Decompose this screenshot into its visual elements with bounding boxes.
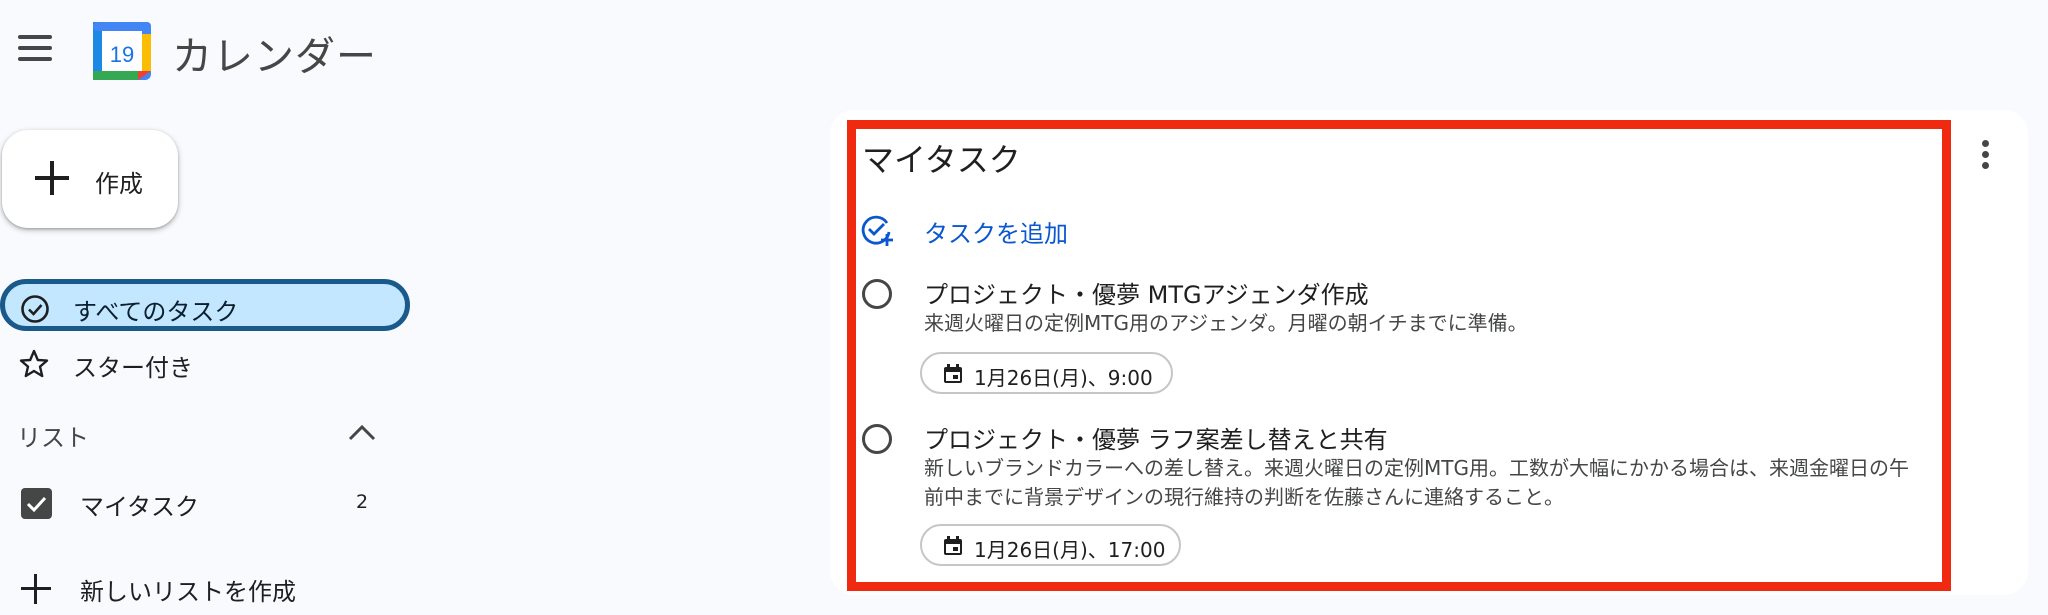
- more-options-icon[interactable]: [1970, 140, 2000, 180]
- task-title[interactable]: プロジェクト・優夢 ラフ案差し替えと共有: [924, 420, 1388, 455]
- calendar-icon: [944, 536, 962, 555]
- task-item: プロジェクト・優夢 ラフ案差し替えと共有 新しいブランドカラーへの差し替え。来週…: [860, 420, 1940, 570]
- task-due-chip[interactable]: 1月26日(月)、17:00: [920, 524, 1181, 566]
- nav-starred-label: スター付き: [73, 354, 193, 382]
- app-title: カレンダー: [172, 34, 377, 80]
- nav-all-tasks-label: すべてのタスク: [73, 298, 239, 326]
- nav-all-tasks[interactable]: すべてのタスク: [0, 279, 410, 331]
- task-complete-radio[interactable]: [862, 424, 892, 454]
- calendar-logo: 19: [93, 22, 151, 80]
- hamburger-menu-icon[interactable]: [18, 35, 56, 65]
- list-item-my-tasks[interactable]: マイタスク 2: [0, 478, 400, 526]
- create-new-list-button[interactable]: 新しいリストを作成: [0, 562, 400, 612]
- task-description: 新しいブランドカラーへの差し替え。来週火曜日の定例MTG用。工数が大幅にかかる場…: [924, 456, 1909, 509]
- task-due-chip[interactable]: 1月26日(月)、9:00: [920, 352, 1173, 394]
- add-task-label: タスクを追加: [924, 220, 1068, 248]
- lists-section-header[interactable]: リスト: [0, 410, 400, 456]
- lists-header-label: リスト: [17, 424, 89, 452]
- star-icon: [19, 349, 49, 378]
- task-description: 来週火曜日の定例MTG用のアジェンダ。月曜の朝イチまでに準備。: [924, 311, 1528, 335]
- plus-icon: [21, 574, 51, 604]
- nav-starred[interactable]: スター付き: [0, 340, 410, 392]
- checkmark-icon: [26, 496, 47, 513]
- chevron-up-icon[interactable]: [347, 420, 377, 444]
- task-title[interactable]: プロジェクト・優夢 MTGアジェンダ作成: [924, 275, 1369, 310]
- top-bar: 19 カレンダー: [0, 0, 2048, 100]
- add-task-icon: [861, 215, 893, 246]
- list-checkbox[interactable]: [21, 488, 52, 519]
- task-due-text: 1月26日(月)、9:00: [974, 366, 1153, 390]
- list-item-count: 2: [356, 491, 369, 513]
- calendar-logo-day: 19: [110, 42, 134, 67]
- task-complete-radio[interactable]: [862, 279, 892, 309]
- create-button-label: 作成: [95, 170, 143, 198]
- task-due-text: 1月26日(月)、17:00: [974, 538, 1166, 562]
- plus-icon: [35, 161, 69, 195]
- task-item: プロジェクト・優夢 MTGアジェンダ作成 来週火曜日の定例MTG用のアジェンダ。…: [860, 275, 1940, 395]
- add-task-button[interactable]: タスクを追加: [860, 210, 1120, 250]
- panel-title: マイタスク: [862, 141, 1021, 179]
- create-new-list-label: 新しいリストを作成: [80, 578, 296, 606]
- create-button[interactable]: 作成: [2, 130, 178, 228]
- calendar-icon: [944, 364, 962, 383]
- list-item-label: マイタスク: [80, 493, 200, 521]
- check-circle-icon: [21, 295, 49, 323]
